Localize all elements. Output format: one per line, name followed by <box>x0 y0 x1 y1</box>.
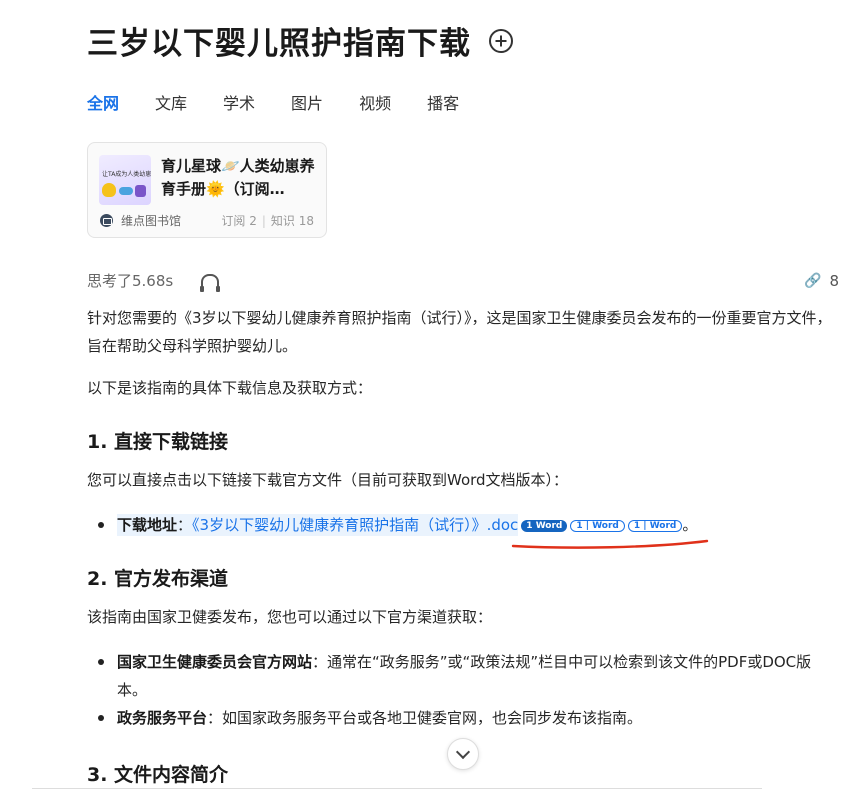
card-footer: 维点图书馆 订阅 2 | 知识 18 <box>100 212 314 229</box>
download-link[interactable]: 《3岁以下婴幼儿健康养育照护指南（试行）》.doc <box>192 516 518 534</box>
add-circle-icon[interactable] <box>489 28 513 53</box>
library-icon <box>100 214 113 227</box>
channel-label: 国家卫生健康委员会官方网站 <box>117 653 313 671</box>
intro-paragraph-2: 以下是该指南的具体下载信息及获取方式： <box>87 379 373 397</box>
section1-desc: 您可以直接点击以下链接下载官方文件（目前可获取到Word文档版本）： <box>87 471 569 489</box>
card-stats: 订阅 2 | 知识 18 <box>221 214 314 228</box>
card-source: 维点图书馆 <box>121 214 182 228</box>
download-label: 下载地址 <box>117 516 178 534</box>
page-title: 三岁以下婴儿照护指南下载 <box>87 26 471 62</box>
search-tabs: 全网 文库 学术 图片 视频 播客 <box>87 90 495 120</box>
thinking-row: 思考了5.68s 🔗 8 <box>87 270 839 292</box>
citation-badge[interactable]: 1 | Word <box>627 520 683 532</box>
knowledge-count: 知识 18 <box>270 214 314 228</box>
tab-academic[interactable]: 学术 <box>223 90 255 120</box>
title-row: 三岁以下婴儿照护指南下载 <box>87 18 513 63</box>
annotation-stroke <box>511 539 709 549</box>
share-count: 8 <box>829 271 839 290</box>
subscribe-count: 订阅 2 <box>221 214 257 228</box>
headphone-icon[interactable] <box>200 273 221 292</box>
section-heading-3: 3. 文件内容简介 <box>87 764 229 786</box>
list-item: 下载地址：《3岁以下婴幼儿健康养育照护指南（试行）》.doc 1 Word 1 | … <box>87 511 839 539</box>
citation-badge[interactable]: 1 | Word <box>570 520 625 532</box>
divider <box>32 788 762 789</box>
card-thumbnail: 让TA成为人类幼崽养育专家 <box>99 155 151 205</box>
tab-library[interactable]: 文库 <box>155 90 187 120</box>
thumbnail-text: 让TA成为人类幼崽养育专家 <box>102 171 151 178</box>
section2-desc: 该指南由国家卫健委发布，您也可以通过以下官方渠道获取： <box>87 608 493 626</box>
card-title: 育儿星球🪐人类幼崽养育手册🌞（订阅… <box>161 157 315 198</box>
download-highlight: 下载地址：《3岁以下婴幼儿健康养育照护指南（试行）》.doc <box>117 514 519 536</box>
tab-all[interactable]: 全网 <box>87 90 119 120</box>
red-underline-annotation <box>511 539 709 549</box>
chevron-down-icon[interactable] <box>447 738 479 770</box>
list-item: 政务服务平台：如国家政务服务平台或各地卫健委官网，也会同步发布该指南。 <box>87 704 839 732</box>
section-heading-2: 2. 官方发布渠道 <box>87 568 229 590</box>
thinking-time[interactable]: 思考了5.68s <box>87 270 173 291</box>
channel-list: 国家卫生健康委员会官方网站：通常在“政务服务”或“政策法规”栏目中可以检索到该文… <box>87 648 839 732</box>
channel-label: 政务服务平台 <box>117 709 208 727</box>
tab-images[interactable]: 图片 <box>291 90 323 120</box>
citation-badge[interactable]: 1 Word <box>521 520 568 532</box>
section-heading-1: 1. 直接下载链接 <box>87 431 229 453</box>
intro-paragraph: 针对您需要的《3岁以下婴幼儿健康养育照护指南（试行）》，这是国家卫生健康委员会发… <box>87 309 832 355</box>
share-link[interactable]: 🔗 8 <box>804 272 839 290</box>
list-item: 国家卫生健康委员会官方网站：通常在“政务服务”或“政策法规”栏目中可以检索到该文… <box>87 648 839 704</box>
link-icon: 🔗 <box>804 272 822 289</box>
tab-podcast[interactable]: 播客 <box>427 90 459 120</box>
download-list: 下载地址：《3岁以下婴幼儿健康养育照护指南（试行）》.doc 1 Word 1 | … <box>87 511 839 539</box>
tab-video[interactable]: 视频 <box>359 90 391 120</box>
knowledge-card[interactable]: 让TA成为人类幼崽养育专家 育儿星球🪐人类幼崽养育手册🌞（订阅… 维点图书馆 订… <box>87 142 327 238</box>
